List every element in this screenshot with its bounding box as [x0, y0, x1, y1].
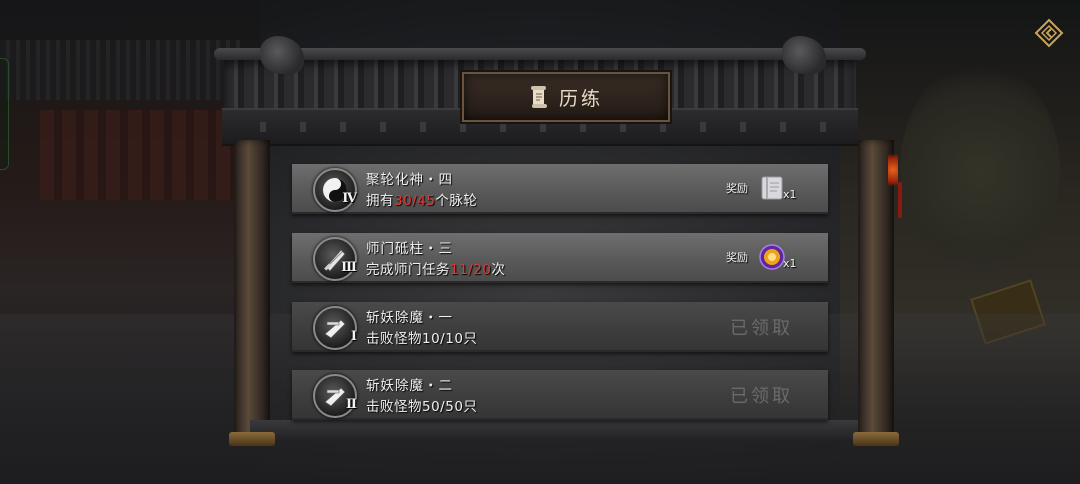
quest-name: 聚轮化神・四: [366, 172, 453, 188]
quest-row[interactable]: Ⅳ 聚轮化神・四 拥有30/45个脉轮 奖励 x1: [292, 164, 828, 214]
quest-tier-numeral: Ⅳ: [342, 191, 357, 206]
quest-name: 斩妖除魔・二: [366, 378, 453, 394]
quest-description: 击败怪物50/50只: [366, 399, 478, 415]
reward-count: x1: [783, 257, 797, 270]
quest-progress: 30/45: [394, 193, 436, 209]
gate-pillar-left: [234, 140, 270, 440]
reward-label: 奖励: [726, 182, 748, 195]
tassel-ornament: [898, 182, 902, 218]
quest-description: 击败怪物10/10只: [366, 331, 478, 347]
scroll-book-icon[interactable]: [758, 174, 786, 202]
quest-description: 拥有30/45个脉轮: [366, 193, 478, 209]
blade-icon: Ⅰ: [313, 306, 357, 350]
purple-orb-icon[interactable]: [758, 243, 786, 271]
quest-tier-numeral: Ⅲ: [341, 260, 357, 275]
quest-row[interactable]: Ⅲ 师门砥柱・三 完成师门任务11/20次 奖励 x1: [292, 233, 828, 283]
reward-count: x1: [783, 188, 797, 201]
quest-name: 师门砥柱・三: [366, 241, 453, 257]
background-roof: [0, 40, 240, 100]
pillar-base-right: [853, 432, 899, 446]
quest-progress: 50/50: [422, 399, 464, 415]
quest-tier-numeral: Ⅰ: [350, 329, 357, 344]
reward-label: 奖励: [726, 251, 748, 264]
roof-ridge: [214, 48, 866, 60]
corner-menu-button[interactable]: [1032, 16, 1066, 50]
claimed-status: 已领取: [730, 386, 793, 407]
quest-progress: 10/10: [422, 331, 464, 347]
diamond-back-icon: [1034, 18, 1064, 48]
title-plaque: 历练: [462, 72, 670, 122]
page-title: 历练: [558, 87, 603, 110]
quest-row[interactable]: Ⅱ 斩妖除魔・二 击败怪物50/50只 已领取: [292, 370, 828, 420]
pillar-base-left: [229, 432, 275, 446]
claimed-status: 已领取: [730, 318, 793, 339]
background-wall: [40, 110, 240, 200]
gate-threshold: [250, 420, 858, 440]
side-drawer-tab[interactable]: [0, 58, 9, 170]
lantern-icon: [888, 150, 898, 190]
background-tree: [900, 60, 1060, 280]
quest-description: 完成师门任务11/20次: [366, 262, 506, 278]
blade-icon: Ⅱ: [313, 374, 357, 418]
quest-name: 斩妖除魔・一: [366, 310, 453, 326]
roof-beast-ornament: [782, 36, 826, 74]
sword-icon: Ⅲ: [313, 237, 357, 281]
yin-yang-icon: Ⅳ: [313, 168, 357, 212]
scroll-icon: [529, 85, 549, 109]
quest-tier-numeral: Ⅱ: [346, 397, 357, 412]
roof-beast-ornament: [260, 36, 304, 74]
quest-row[interactable]: Ⅰ 斩妖除魔・一 击败怪物10/10只 已领取: [292, 302, 828, 352]
quest-progress: 11/20: [450, 262, 492, 278]
